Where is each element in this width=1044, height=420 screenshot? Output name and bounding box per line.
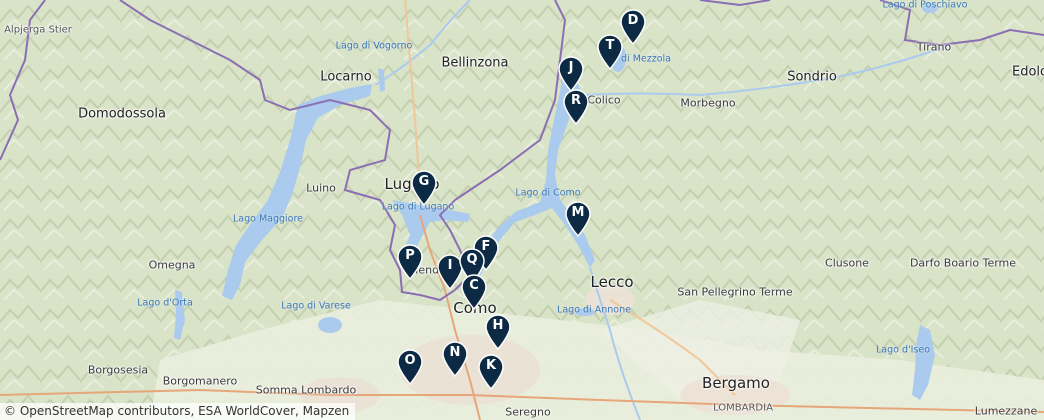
map-marker-h[interactable]: H — [485, 314, 511, 350]
label-lago-como: Lago di Como — [515, 187, 581, 199]
map-marker-c[interactable]: C — [461, 274, 487, 310]
map-attribution[interactable]: © OpenStreetMap contributors, ESA WorldC… — [0, 403, 356, 420]
map-marker-j[interactable]: J — [558, 56, 584, 92]
label-bellinzona: Bellinzona — [441, 55, 509, 71]
label-lombardia: LOMBARDIA — [713, 402, 773, 414]
label-alpjerga: Alpjerga Stier — [4, 24, 72, 36]
label-luino: Luino — [306, 181, 336, 195]
marker-letter: O — [404, 353, 416, 368]
label-lago-annone: Lago di Annone — [557, 304, 631, 316]
marker-letter: Q — [466, 252, 478, 267]
marker-letter: J — [568, 60, 574, 75]
marker-letter: H — [492, 318, 504, 333]
map-marker-m[interactable]: M — [565, 201, 591, 237]
map-marker-d[interactable]: D — [620, 9, 646, 45]
label-lumezzane: Lumezzane — [974, 404, 1038, 418]
map-canvas[interactable]: Alpjerga Stier Lago di Vogorno Bellinzon… — [0, 0, 1044, 420]
label-lago-varese: Lago di Varese — [281, 300, 351, 312]
marker-letter: C — [469, 278, 479, 293]
marker-letter: P — [405, 248, 415, 263]
label-clusone: Clusone — [825, 256, 869, 270]
label-lago-poschiavo: Lago di Poschiavo — [882, 0, 968, 11]
label-somma-lombardo: Somma Lombardo — [255, 383, 357, 397]
map-marker-o[interactable]: O — [397, 349, 423, 385]
map-marker-r[interactable]: R — [563, 89, 589, 125]
marker-letter: G — [418, 174, 430, 189]
label-lago-iseo: Lago d'Iseo — [875, 344, 931, 356]
label-colico: Colico — [587, 93, 621, 107]
label-edolo: Edolo — [1012, 64, 1044, 80]
map-base-layer — [0, 0, 1044, 420]
label-darfo: Darfo Boario Terme — [909, 256, 1017, 270]
label-seregno: Seregno — [505, 405, 551, 419]
map-marker-p[interactable]: P — [397, 244, 423, 280]
map-marker-n[interactable]: N — [442, 341, 468, 377]
label-san-pellegrino: San Pellegrino Terme — [677, 285, 793, 299]
marker-letter: T — [605, 38, 615, 53]
label-locarno: Locarno — [320, 69, 372, 85]
marker-letter: M — [571, 205, 585, 220]
label-bergamo: Bergamo — [702, 374, 770, 392]
label-morbegno: Morbegno — [680, 96, 736, 110]
label-lago-vogorno: Lago di Vogorno — [335, 40, 413, 52]
label-omegna: Omegna — [148, 258, 196, 272]
marker-letter: K — [485, 358, 497, 373]
label-lago-mezzola: di Mezzola — [621, 53, 671, 65]
label-lecco: Lecco — [590, 273, 634, 291]
label-lago-orta: Lago d'Orta — [137, 297, 193, 309]
marker-letter: R — [570, 93, 581, 108]
map-marker-k[interactable]: K — [478, 354, 504, 390]
map-marker-t[interactable]: T — [597, 34, 623, 70]
marker-letter: D — [627, 13, 639, 28]
marker-letter: N — [449, 345, 461, 360]
label-lago-maggiore: Lago Maggiore — [232, 213, 304, 225]
label-tirano: Tirano — [916, 40, 952, 54]
label-domodossola: Domodossola — [78, 106, 166, 122]
label-borgosesia: Borgosesia — [87, 363, 149, 377]
label-borgomanero: Borgomanero — [162, 374, 238, 388]
label-sondrio: Sondrio — [787, 69, 837, 85]
map-marker-g[interactable]: G — [411, 170, 437, 206]
